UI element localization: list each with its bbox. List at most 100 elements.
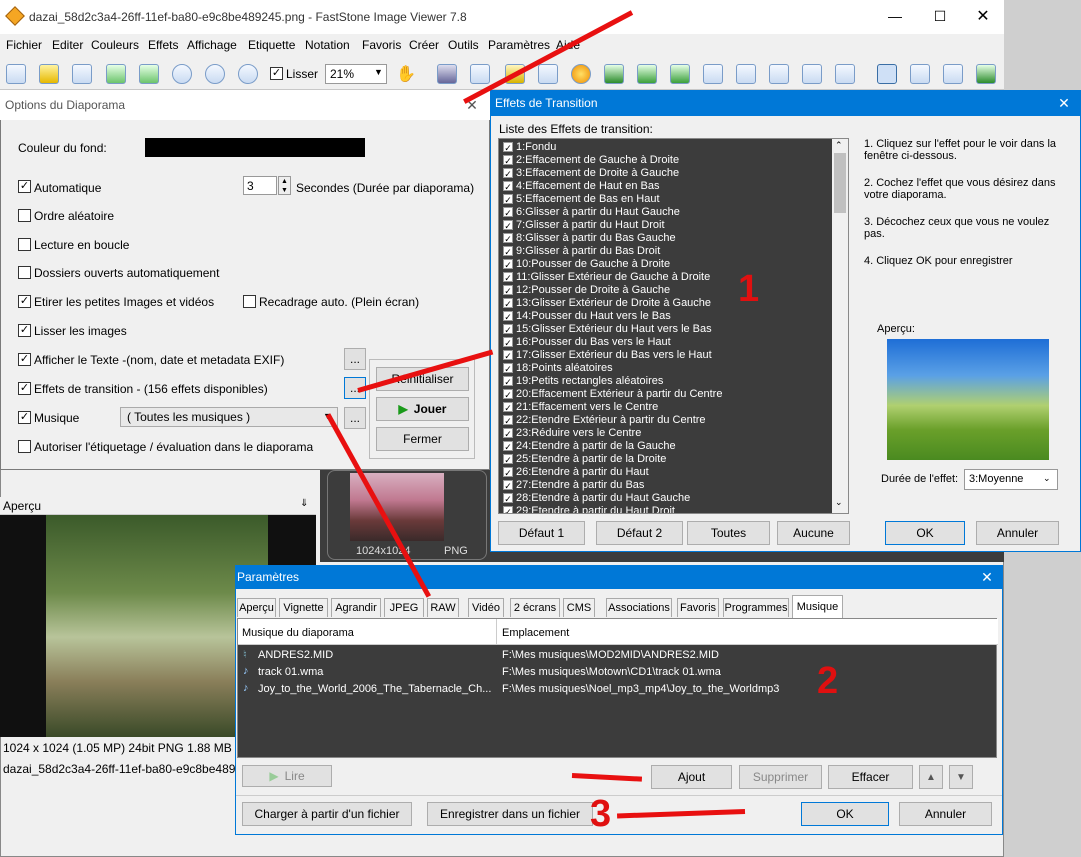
effect-checkbox[interactable]: ✓ (503, 401, 513, 413)
menu-effets[interactable]: Effets (148, 38, 178, 52)
move-up-button[interactable]: ▲ (919, 765, 943, 789)
effect-checkbox[interactable]: ✓ (503, 219, 513, 231)
effect-checkbox[interactable]: ✓ (503, 336, 513, 348)
default-1-button[interactable]: Défaut 1 (498, 521, 585, 545)
export-icon[interactable] (470, 64, 490, 84)
thumbnail[interactable]: 1024x1024 PNG (327, 470, 487, 560)
effect-checkbox[interactable]: ✓ (503, 206, 513, 218)
tagging-checkbox[interactable] (18, 440, 31, 453)
menu-affichage[interactable]: Affichage (187, 38, 237, 52)
col-music[interactable]: Musique du diaporama (242, 627, 354, 639)
effect-checkbox[interactable]: ✓ (503, 310, 513, 322)
play-button[interactable]: ▶ Jouer (376, 397, 469, 421)
effect-list-item[interactable]: ✓ 20:Effacement Extérieur à partir du Cen… (503, 387, 722, 400)
music-options-button[interactable]: ... (344, 407, 366, 429)
window-icon[interactable] (736, 64, 756, 84)
effect-list-item[interactable]: ✓ 24:Etendre à partir de la Gauche (503, 439, 676, 452)
effect-list-item[interactable]: ✓ 11:Glisser Extérieur de Gauche à Droite (503, 270, 710, 283)
tab-favoris[interactable]: Favoris (677, 598, 719, 617)
effect-checkbox[interactable]: ✓ (503, 466, 513, 478)
select-none-button[interactable]: Aucune (777, 521, 850, 545)
effect-checkbox[interactable]: ✓ (503, 232, 513, 244)
effect-checkbox[interactable]: ✓ (503, 362, 513, 374)
effect-checkbox[interactable]: ✓ (503, 245, 513, 257)
settings-ok-button[interactable]: OK (801, 802, 889, 826)
effect-list-item[interactable]: ✓ 8:Glisser à partir du Bas Gauche (503, 231, 676, 244)
effect-list-item[interactable]: ✓ 13:Glisser Extérieur de Droite à Gauche (503, 296, 711, 309)
effect-list-item[interactable]: ✓ 14:Pousser du Haut vers le Bas (503, 309, 671, 322)
load-from-file-button[interactable]: Charger à partir d'un fichier (242, 802, 412, 826)
effect-list-item[interactable]: ✓ 5:Effacement de Bas en Haut (503, 192, 660, 205)
tab-agrandir[interactable]: Agrandir (331, 598, 381, 617)
add-button[interactable]: Ajout (651, 765, 732, 789)
default-2-button[interactable]: Défaut 2 (596, 521, 683, 545)
effect-list-item[interactable]: ✓ 3:Effacement de Droite à Gauche (503, 166, 679, 179)
tab-2-ecrans[interactable]: 2 écrans (510, 598, 560, 617)
effect-list-item[interactable]: ✓ 28:Etendre à partir du Haut Gauche (503, 491, 690, 504)
effect-checkbox[interactable]: ✓ (503, 492, 513, 504)
seconds-input[interactable]: 3 (243, 176, 277, 195)
menu-notation[interactable]: Notation (305, 38, 350, 52)
music-select[interactable]: ( Toutes les musiques ) ▼ (120, 407, 338, 427)
effect-list-item[interactable]: ✓ 7:Glisser à partir du Haut Droit (503, 218, 665, 231)
effect-list-item[interactable]: ✓ 26:Etendre à partir du Haut (503, 465, 649, 478)
rotate-left-icon[interactable] (637, 64, 657, 84)
effect-list-item[interactable]: ✓ 10:Pousser de Gauche à Droite (503, 257, 670, 270)
settings-cancel-button[interactable]: Annuler (899, 802, 992, 826)
save-to-file-button[interactable]: Enregistrer dans un fichier (427, 802, 593, 826)
effect-list-item[interactable]: ✓ 4:Effacement de Haut en Bas (503, 179, 660, 192)
rotate-right-icon[interactable] (670, 64, 690, 84)
close-icon[interactable]: ✕ (1055, 94, 1073, 112)
random-order-checkbox[interactable] (18, 209, 31, 222)
effect-list-item[interactable]: ✓ 21:Effacement vers le Centre (503, 400, 658, 413)
effect-checkbox[interactable]: ✓ (503, 180, 513, 192)
transition-ok-button[interactable]: OK (885, 521, 965, 545)
col-location[interactable]: Emplacement (502, 627, 569, 639)
music-checkbox[interactable]: ✓ (18, 411, 31, 424)
tab-cms[interactable]: CMS (563, 598, 595, 617)
smooth-checkbox[interactable]: ✓ (270, 67, 283, 80)
menu-parametres[interactable]: Paramètres (488, 38, 550, 52)
browser-view-icon[interactable] (877, 64, 897, 84)
effect-checkbox[interactable]: ✓ (503, 193, 513, 205)
loop-checkbox[interactable] (18, 238, 31, 251)
effect-list-item[interactable]: ✓ 6:Glisser à partir du Haut Gauche (503, 205, 680, 218)
save-icon[interactable] (72, 64, 92, 84)
scroll-down-icon[interactable]: ⌄ (835, 497, 843, 508)
select-all-button[interactable]: Toutes (687, 521, 770, 545)
close-icon[interactable]: ✕ (978, 568, 996, 586)
close-dialog-button[interactable]: Fermer (376, 427, 469, 451)
effect-checkbox[interactable]: ✓ (503, 427, 513, 439)
menu-outils[interactable]: Outils (448, 38, 479, 52)
text-icon[interactable] (538, 64, 558, 84)
effect-checkbox[interactable]: ✓ (503, 271, 513, 283)
effect-checkbox[interactable]: ✓ (503, 479, 513, 491)
zoom-out-icon[interactable] (205, 64, 225, 84)
effect-list-item[interactable]: ✓ 22:Etendre Extérieur à partir du Centre (503, 413, 706, 426)
effect-list-item[interactable]: ✓ 17:Glisser Extérieur du Bas vers le Hau… (503, 348, 712, 361)
menu-fichier[interactable]: Fichier (6, 38, 42, 52)
effects-scrollbar[interactable]: ⌃ ⌄ (832, 139, 848, 513)
hand-tool-icon[interactable]: ✋ (396, 64, 416, 84)
transitions-checkbox[interactable]: ✓ (18, 382, 31, 395)
automatic-checkbox[interactable]: ✓ (18, 180, 31, 193)
table-row[interactable]: ♪ track 01.wma F:\Mes musiques\Motown\CD… (238, 664, 998, 681)
seconds-spinner[interactable]: ▲ ▼ (278, 176, 291, 195)
prev-icon[interactable] (106, 64, 126, 84)
camera-icon[interactable] (6, 64, 26, 84)
effect-checkbox[interactable]: ✓ (503, 167, 513, 179)
background-color-swatch[interactable] (145, 138, 365, 157)
table-row[interactable]: ♮ ANDRES2.MID F:\Mes musiques\MOD2MID\AN… (238, 647, 998, 664)
tab-jpeg[interactable]: JPEG (384, 598, 424, 617)
effect-list-item[interactable]: ✓ 16:Pousser du Bas vers le Haut (503, 335, 671, 348)
menu-etiquette[interactable]: Etiquette (248, 38, 295, 52)
image-view-icon[interactable] (910, 64, 930, 84)
effects-list[interactable]: ✓ 1:Fondu ✓ 2:Effacement de Gauche à Droite… (498, 138, 849, 514)
effect-list-item[interactable]: ✓ 27:Etendre à partir du Bas (503, 478, 644, 491)
delete-button[interactable]: Supprimer (739, 765, 822, 789)
brightness-icon[interactable] (571, 64, 591, 84)
compare-icon[interactable] (703, 64, 723, 84)
tab-apercu[interactable]: Aperçu (237, 598, 276, 617)
effect-list-item[interactable]: ✓ 29:Etendre à partir du Haut Droit (503, 504, 675, 513)
draw-icon[interactable] (769, 64, 789, 84)
